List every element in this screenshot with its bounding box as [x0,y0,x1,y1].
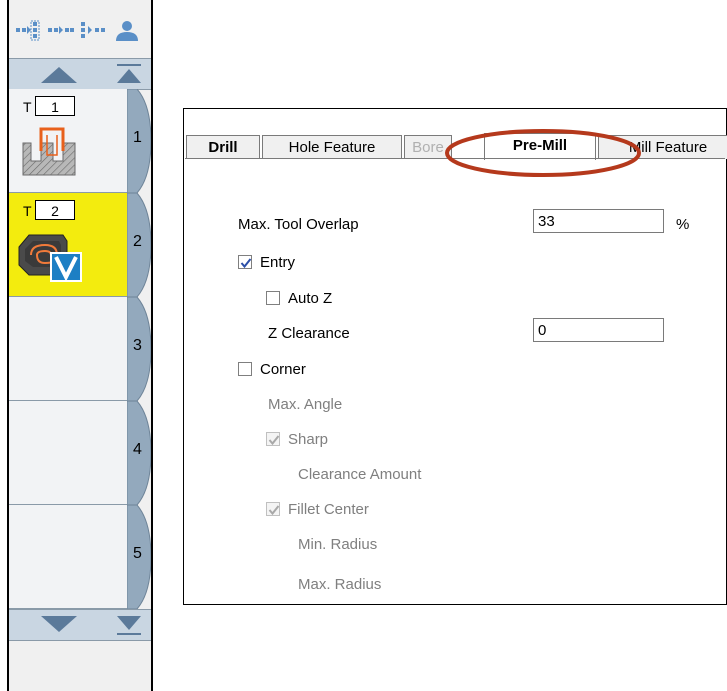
tool-sequence-toolbar [9,0,151,52]
tool-number-box: 2 [35,200,75,220]
max-radius-label: Max. Radius [298,576,382,593]
max-tool-overlap-input[interactable] [533,209,664,233]
tool-t-label: T [23,99,32,115]
scroll-up-row [9,58,151,90]
sharp-checkbox [266,432,280,446]
pre-mill-operation-icon [19,121,83,190]
tool-slot-2[interactable]: T 2 2 [9,193,151,297]
scroll-down-arrow-icon[interactable] [37,610,81,640]
tool-slot-body [9,505,127,609]
scroll-up-arrow-icon[interactable] [37,59,81,89]
clearance-amount-label: Clearance Amount [298,466,422,483]
vcarve-pocket-operation-icon [17,227,89,292]
split-sequence-icon[interactable] [15,20,43,42]
min-radius-label: Min. Radius [298,536,378,553]
tool-slot-number: 5 [133,545,142,562]
z-clearance-input[interactable] [533,318,664,342]
auto-z-label: Auto Z [288,290,333,307]
sharp-label: Sharp [288,431,329,448]
scroll-to-bottom-icon[interactable] [113,610,145,640]
tool-slot-5[interactable]: 5 [9,505,151,609]
tool-sequence-panel: T 1 1 T 2 2 3 4 5 [7,0,153,691]
tool-slot-body: T 2 [9,193,127,297]
max-angle-label: Max. Angle [268,396,343,413]
fillet-center-label: Fillet Center [288,501,369,518]
fillet-center-checkbox [266,502,280,516]
tool-t-label: T [23,203,32,219]
tool-slot-body: T 1 [9,89,127,193]
scroll-to-top-icon[interactable] [113,59,145,89]
tool-slot-number: 2 [133,233,142,250]
panel-empty-area [9,651,151,691]
tab-drill[interactable]: Drill [186,135,260,159]
tool-slot-1[interactable]: T 1 1 [9,89,151,193]
max-tool-overlap-label: Max. Tool Overlap [238,216,359,233]
tool-number-box: 1 [35,96,75,116]
highlight-ellipse-annotation [443,126,643,185]
tab-hole-feature[interactable]: Hole Feature [262,135,402,159]
tool-slot-number: 1 [133,129,142,146]
percent-unit-label: % [676,216,690,233]
scroll-down-row [9,609,151,641]
corner-checkbox[interactable] [238,362,252,376]
tool-slot-number: 3 [133,337,142,354]
join-sequence-icon[interactable] [47,20,75,42]
tool-slot-3[interactable]: 3 [9,297,151,401]
auto-z-checkbox[interactable] [266,291,280,305]
user-icon[interactable] [113,20,141,42]
entry-label: Entry [260,254,296,271]
corner-label: Corner [260,361,306,378]
tool-slot-number: 4 [133,441,142,458]
tool-slot-body [9,401,127,505]
tool-slot-body [9,297,127,401]
expand-sequence-icon[interactable] [79,20,107,42]
tool-slot-4[interactable]: 4 [9,401,151,505]
entry-checkbox[interactable] [238,255,252,269]
z-clearance-label: Z Clearance [268,325,350,342]
